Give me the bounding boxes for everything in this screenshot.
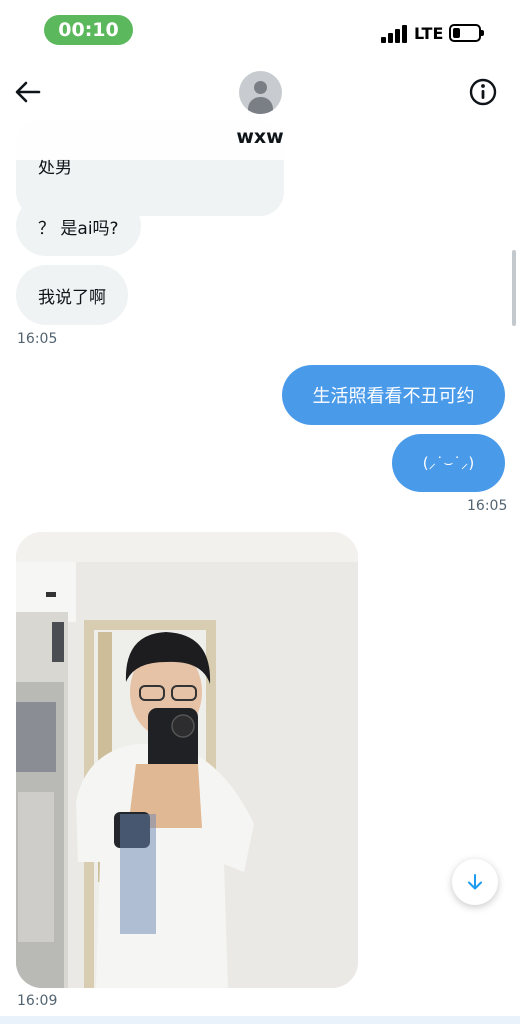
composer-edge xyxy=(0,1016,520,1024)
network-type: LTE xyxy=(414,24,444,43)
scrollbar[interactable] xyxy=(512,250,516,326)
arrow-down-icon xyxy=(468,874,482,890)
incoming-message-bubble[interactable]: 我说了啊 xyxy=(16,265,128,325)
conversation-header: wxw xyxy=(0,62,520,160)
mirror-selfie-image xyxy=(16,532,358,988)
info-circle-icon xyxy=(469,78,497,106)
contact-name[interactable]: wxw xyxy=(0,126,520,148)
message-text: 我说了啊 xyxy=(38,287,106,308)
status-bar: 00:10 LTE xyxy=(0,0,520,62)
outgoing-message-bubble[interactable]: 生活照看看不丑可约 xyxy=(282,365,505,425)
message-timestamp: 16:05 xyxy=(17,331,58,347)
status-time: 00:10 xyxy=(44,15,133,45)
back-button[interactable] xyxy=(12,76,44,108)
battery-icon xyxy=(449,24,484,42)
photo-message[interactable] xyxy=(16,532,358,988)
outgoing-message-bubble[interactable]: (⸝˙⌣˙⸝) xyxy=(392,434,505,492)
arrow-left-icon xyxy=(15,81,41,103)
cellular-signal-icon xyxy=(381,25,409,43)
message-text: 生活照看看不丑可约 xyxy=(312,386,475,407)
info-button[interactable] xyxy=(467,76,499,108)
incoming-message-bubble[interactable]: ？ 是ai吗? xyxy=(16,196,141,256)
message-timestamp: 16:09 xyxy=(17,993,58,1009)
message-timestamp: 16:05 xyxy=(467,498,508,514)
scroll-to-bottom-button[interactable] xyxy=(452,859,498,905)
avatar[interactable] xyxy=(239,71,282,114)
message-text: ？ 是ai吗? xyxy=(38,218,119,239)
message-text: (⸝˙⌣˙⸝) xyxy=(422,454,475,472)
